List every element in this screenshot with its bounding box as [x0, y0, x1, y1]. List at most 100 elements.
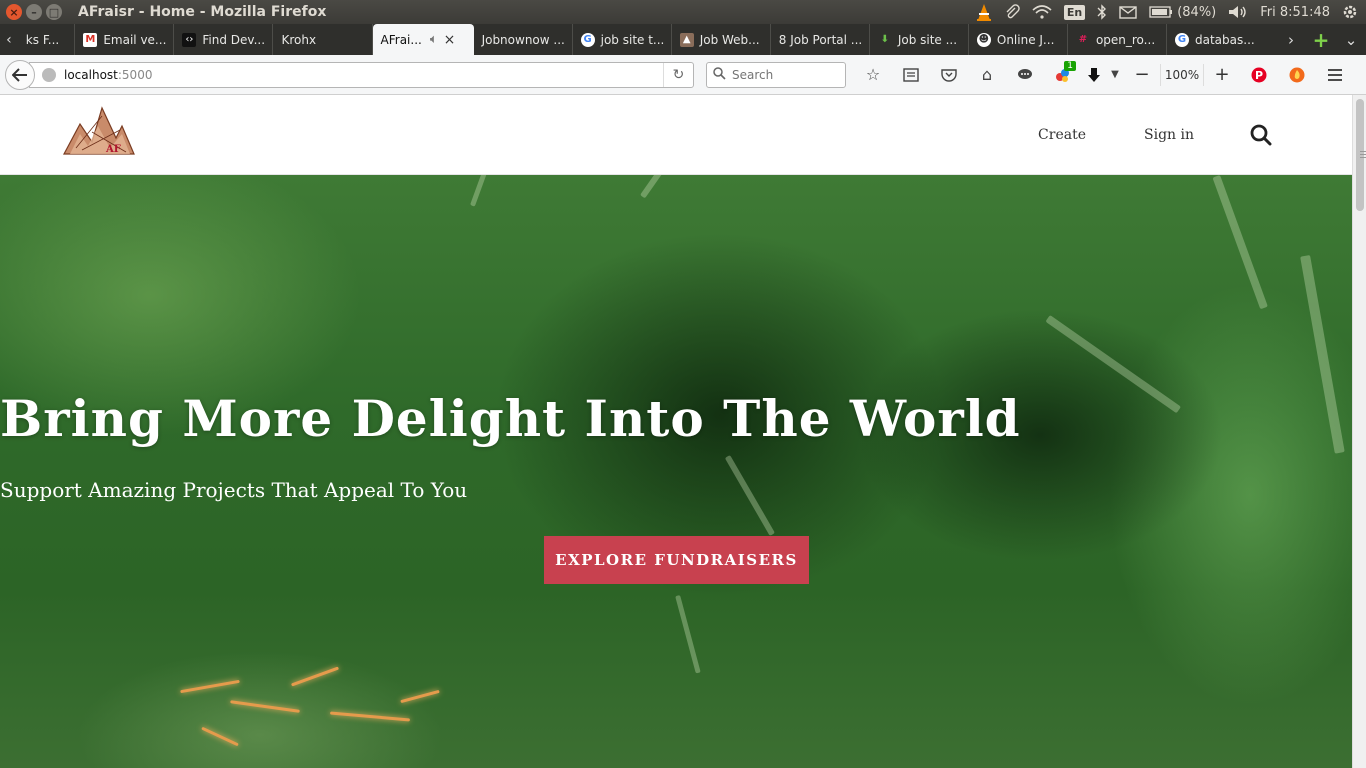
back-arrow-icon: [12, 67, 27, 82]
close-tab-icon[interactable]: ×: [444, 32, 456, 48]
tab[interactable]: G job site t...: [573, 24, 672, 55]
tab[interactable]: ▲ Job Web...: [672, 24, 771, 55]
tab-label: Email ve...: [103, 32, 167, 47]
site-info-icon[interactable]: [42, 67, 56, 82]
navigation-toolbar: localhost:5000 ↻ ☆ ⌂ 1 ▼ − 100% +: [0, 55, 1366, 95]
system-clock[interactable]: Fri 8:51:48: [1260, 0, 1330, 24]
create-link[interactable]: Create: [1038, 127, 1086, 143]
volume-icon[interactable]: [1228, 0, 1248, 24]
window-close-button[interactable]: ×: [6, 4, 22, 20]
scrollbar-grip: [1360, 157, 1366, 158]
zoom-controls: − 100% +: [1124, 60, 1240, 90]
tab[interactable]: # open_ro...: [1068, 24, 1167, 55]
hero-bg-ember: [180, 679, 240, 694]
tab[interactable]: ⬇ Job site ...: [870, 24, 969, 55]
explore-fundraisers-button[interactable]: EXPLORE FUNDRAISERS: [544, 536, 809, 584]
dropdown-arrow-icon[interactable]: ▼: [1106, 60, 1124, 90]
speaker-icon[interactable]: 🔈︎: [430, 32, 438, 47]
site-header: AF Create Sign in: [0, 95, 1352, 175]
paperclip-icon[interactable]: [1004, 0, 1020, 24]
tab-label: Job Web...: [699, 32, 760, 47]
keyboard-layout-indicator[interactable]: En: [1063, 0, 1086, 24]
bookmark-star-icon[interactable]: ☆: [854, 60, 892, 90]
tab-label: job site t...: [600, 32, 665, 47]
scrollbar-grip: [1360, 151, 1366, 152]
new-tab-plus-icon[interactable]: +: [1306, 24, 1336, 55]
tab-label: Job site ...: [897, 32, 958, 47]
google-icon: G: [1175, 32, 1189, 47]
tab-scroll-left-button[interactable]: ‹: [0, 24, 18, 55]
gear-icon[interactable]: [1342, 0, 1358, 24]
tab-strip-controls: › + ⌄: [1276, 24, 1366, 55]
battery-indicator[interactable]: (84%): [1149, 0, 1216, 24]
scrollbar-grip: [1360, 154, 1366, 155]
hero-subtitle: Support Amazing Projects That Appeal To …: [0, 478, 468, 502]
search-icon: [713, 66, 726, 83]
extension-icon[interactable]: 1: [1044, 60, 1082, 90]
url-bar[interactable]: localhost:5000 ↻: [29, 61, 694, 88]
bluetooth-icon[interactable]: [1097, 0, 1107, 24]
tab[interactable]: G databas...: [1167, 24, 1276, 55]
chat-icon[interactable]: [1006, 60, 1044, 90]
hamburger-menu-icon[interactable]: [1316, 60, 1354, 90]
tab[interactable]: Krohx: [273, 24, 373, 55]
window-controls: × – □: [6, 4, 62, 20]
tab-scroll-right-button[interactable]: ›: [1276, 24, 1306, 55]
zoom-level[interactable]: 100%: [1160, 63, 1204, 86]
back-button[interactable]: [5, 59, 35, 90]
chevron-down-icon[interactable]: ⌄: [1336, 24, 1366, 55]
window-titlebar: × – □ AFraisr - Home - Mozilla Firefox E…: [0, 0, 1366, 24]
hero-bg-streak: [675, 595, 701, 674]
hero-bg-streak: [470, 175, 516, 207]
logo-text: AF: [105, 144, 121, 155]
tab[interactable]: ks F...: [18, 24, 76, 55]
download-arrow-icon: ⬇: [880, 34, 889, 45]
tab[interactable]: Jobnownow ...: [474, 24, 573, 55]
pinterest-icon[interactable]: P: [1240, 60, 1278, 90]
pocket-icon[interactable]: [930, 60, 968, 90]
tab[interactable]: 8 Job Portal ...: [771, 24, 870, 55]
hero-bg-ember: [230, 700, 300, 713]
system-tray: En (84%) Fri 8:51:48: [976, 0, 1358, 24]
tab-label: Krohx: [281, 32, 317, 47]
page-scrollbar[interactable]: [1352, 95, 1366, 768]
window-maximize-button[interactable]: □: [46, 4, 62, 20]
download-icon[interactable]: [1082, 60, 1106, 90]
hero-bg-ember: [201, 726, 239, 747]
url-port: :5000: [117, 67, 153, 82]
tab-label: AFrai...: [380, 32, 422, 47]
fire-extension-icon[interactable]: [1278, 60, 1316, 90]
page-viewport: AF Create Sign in Bring More Delight Int…: [0, 95, 1352, 768]
search-box[interactable]: [706, 61, 846, 88]
tab[interactable]: ‹› Find Dev...: [174, 24, 274, 55]
hero-bg-ember: [330, 711, 410, 722]
hero-bg-ember: [290, 666, 340, 687]
window-minimize-button[interactable]: –: [26, 4, 42, 20]
reload-icon[interactable]: ↻: [663, 62, 693, 87]
tab[interactable]: ☻ Online J...: [969, 24, 1068, 55]
zoom-out-button[interactable]: −: [1124, 60, 1160, 90]
mail-icon[interactable]: [1119, 0, 1137, 24]
search-icon: [1250, 124, 1272, 146]
sign-in-link[interactable]: Sign in: [1144, 127, 1194, 143]
zoom-in-button[interactable]: +: [1204, 60, 1240, 90]
hero-title: Bring More Delight Into The World: [0, 389, 1021, 448]
site-search-button[interactable]: [1250, 124, 1272, 146]
search-input[interactable]: [732, 67, 832, 82]
scrollbar-thumb[interactable]: [1356, 99, 1366, 211]
site-favicon-icon: ▲: [679, 32, 694, 47]
tab[interactable]: M Email ve...: [75, 24, 175, 55]
tab-label: Online J...: [996, 32, 1055, 47]
tab-label: open_ro...: [1095, 32, 1156, 47]
svg-text:P: P: [1255, 69, 1263, 82]
battery-percentage: (84%): [1177, 4, 1217, 20]
hero-bg-streak: [1212, 175, 1268, 310]
vlc-icon[interactable]: [976, 0, 992, 24]
wifi-icon[interactable]: [1032, 0, 1052, 24]
tab-label: databas...: [1195, 32, 1255, 47]
home-icon[interactable]: ⌂: [968, 60, 1006, 90]
code-icon: ‹›: [182, 32, 197, 47]
tab-active[interactable]: AFrai... 🔈︎ ×: [372, 24, 474, 55]
site-logo[interactable]: AF: [62, 104, 136, 156]
reader-list-icon[interactable]: [892, 60, 930, 90]
